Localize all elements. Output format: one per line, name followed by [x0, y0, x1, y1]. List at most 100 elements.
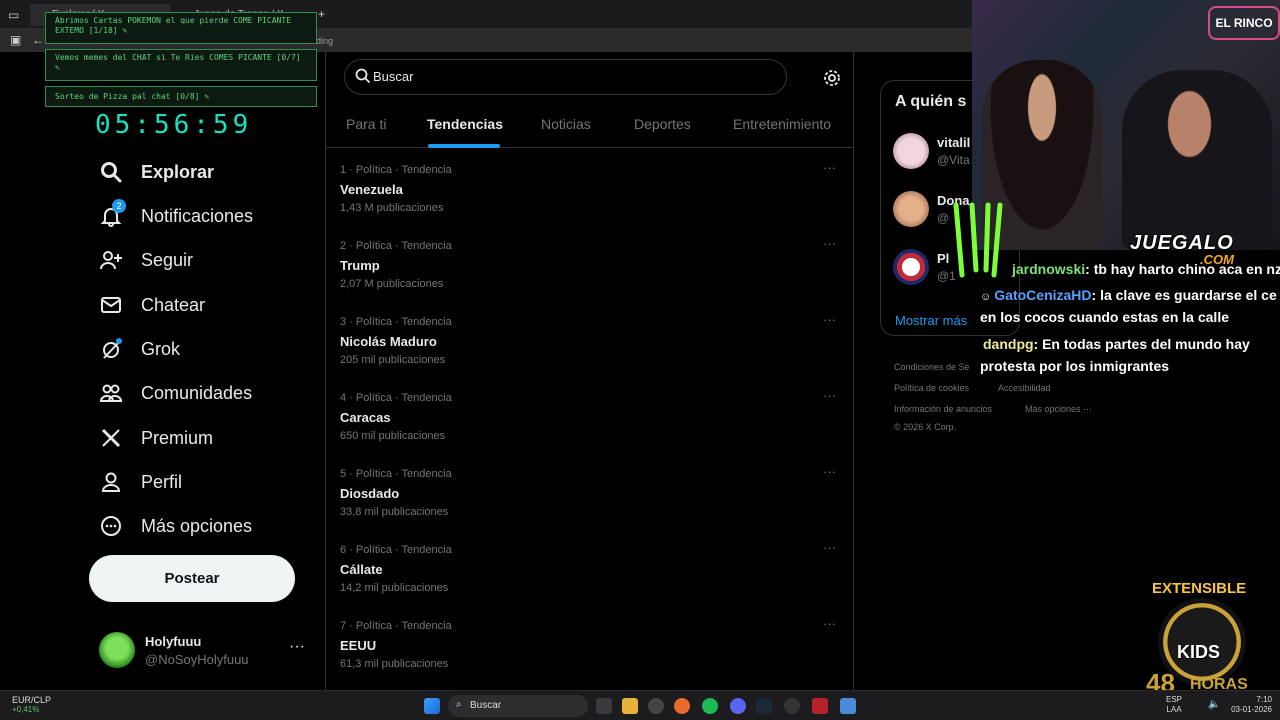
trend-meta: 5 · Política · Tendencia	[340, 468, 452, 480]
notification-badge: 2	[112, 199, 126, 213]
sidebar-toggle-icon[interactable]: ▣	[10, 33, 21, 47]
more-icon[interactable]: ···	[823, 388, 836, 403]
task-view-icon[interactable]	[596, 698, 612, 714]
sparkle-icon: ✎	[204, 92, 210, 101]
nav-item-premium[interactable]: Premium	[100, 420, 213, 456]
obs-icon[interactable]	[784, 698, 800, 714]
extensible-title: EXTENSIBLE	[1152, 580, 1247, 597]
show-more-link[interactable]: Mostrar más	[895, 313, 967, 328]
date-text: 03-01-2026	[1231, 705, 1272, 714]
account-switcher[interactable]: Holyfuuu @NoSoyHolyfuuu ···	[99, 632, 319, 672]
more-icon[interactable]: ···	[823, 616, 836, 631]
footer-cookies-link[interactable]: Política de cookies	[894, 383, 969, 393]
search-input[interactable]: Buscar	[344, 59, 787, 95]
overlay-goal-1: Abrimos Cartas POKEMON el que pierde COM…	[45, 12, 317, 44]
stock-ticker-widget[interactable]: EUR/CLP +0,41%	[12, 695, 72, 714]
notes-icon[interactable]	[840, 698, 856, 714]
streamer-right	[1122, 70, 1272, 250]
footer-accessibility-link[interactable]: Accesibilidad	[998, 383, 1051, 393]
taskbar-search[interactable]: ⌕ Buscar	[448, 695, 588, 717]
more-icon[interactable]: ···	[823, 160, 836, 175]
footer-ads-link[interactable]: Información de anuncios	[894, 404, 992, 414]
who-to-follow-title: A quién s	[895, 93, 967, 110]
chat-username: jardnowski	[1012, 261, 1086, 277]
trend-item[interactable]: 1 · Política · Tendencia Venezuela 1,43 …	[326, 156, 853, 232]
tab-para-ti[interactable]: Para ti	[346, 116, 386, 132]
nav-item-chatear[interactable]: Chatear	[100, 287, 205, 323]
gear-icon[interactable]	[823, 69, 841, 87]
nav-label: Notificaciones	[141, 205, 254, 226]
nav-item-mas-opciones[interactable]: Más opciones	[100, 508, 252, 544]
neon-sign: EL RINCO	[1208, 6, 1280, 40]
discord-icon[interactable]	[730, 698, 746, 714]
trend-meta: 3 · Política · Tendencia	[340, 316, 452, 328]
more-icon[interactable]: ···	[823, 312, 836, 327]
left-nav: Explorar 2 Notificaciones Seguir Chatear…	[0, 52, 325, 690]
nav-item-perfil[interactable]: Perfil	[100, 464, 182, 500]
footer-more-link[interactable]: Más opciones ···	[1025, 404, 1092, 414]
trend-count: 2,07 M publicaciones	[340, 278, 444, 290]
nav-label: Seguir	[141, 249, 194, 270]
nav-item-comunidades[interactable]: Comunidades	[99, 375, 253, 411]
avatar	[893, 133, 929, 169]
trend-item[interactable]: 5 · Política · Tendencia Diosdado 33,8 m…	[326, 460, 853, 536]
trend-item[interactable]: 3 · Política · Tendencia Nicolás Maduro …	[326, 308, 853, 384]
post-button[interactable]: Postear	[89, 555, 295, 602]
trend-count: 14,2 mil publicaciones	[340, 582, 449, 594]
trend-name: Diosdado	[340, 486, 400, 501]
nav-label: Grok	[141, 338, 181, 359]
x-logo-icon	[100, 427, 122, 449]
nav-item-grok[interactable]: Grok	[100, 331, 180, 367]
language-indicator[interactable]: ESP LAA	[1166, 695, 1182, 715]
chat-text: : tb hay harto chino aca en nz	[1085, 261, 1280, 277]
taskbar-search-label: Buscar	[470, 700, 502, 711]
time-text: 7:10	[1256, 695, 1272, 704]
chat-message-continuation: en los cocos cuando estas en la calle	[980, 309, 1229, 325]
chat-message: dandpg: En todas partes del mundo hay	[983, 333, 1250, 355]
more-icon[interactable]: ···	[823, 236, 836, 251]
chat-message: jardnowski: tb hay harto chino aca en nz	[1012, 258, 1280, 280]
nav-item-seguir[interactable]: Seguir	[100, 242, 193, 278]
nav-label: Más opciones	[141, 515, 253, 536]
taskbar: EUR/CLP +0,41% ⌕ Buscar ESP LAA 🔈 7:10 0…	[0, 690, 1280, 720]
trend-item[interactable]: 7 · Política · Tendencia EEUU 61,3 mil p…	[326, 612, 853, 688]
clock[interactable]: 7:10 03-01-2026	[1228, 695, 1272, 715]
file-explorer-icon[interactable]	[622, 698, 638, 714]
bell-icon: 2	[100, 199, 126, 227]
nav-item-explorar[interactable]: Explorar	[100, 154, 214, 190]
trend-name: Caracas	[340, 410, 391, 425]
app-icon[interactable]	[812, 698, 828, 714]
grok-icon	[100, 338, 122, 360]
more-icon[interactable]: ···	[823, 540, 836, 555]
avatar	[893, 249, 929, 285]
tab-deportes[interactable]: Deportes	[634, 116, 691, 132]
more-icon[interactable]: ···	[823, 464, 836, 479]
nav-item-notificaciones[interactable]: 2 Notificaciones	[100, 198, 253, 234]
more-icon[interactable]: ···	[289, 638, 305, 656]
trend-item[interactable]: 4 · Política · Tendencia Caracas 650 mil…	[326, 384, 853, 460]
tab-tendencias[interactable]: Tendencias	[427, 116, 503, 132]
footer-terms-link[interactable]: Condiciones de Se	[894, 362, 970, 372]
nav-label: Explorar	[141, 161, 215, 182]
firefox-icon[interactable]	[674, 698, 690, 714]
github-icon[interactable]	[648, 698, 664, 714]
trend-item[interactable]: 2 · Política · Tendencia Trump 2,07 M pu…	[326, 232, 853, 308]
tab-noticias[interactable]: Noticias	[541, 116, 591, 132]
steam-icon[interactable]	[756, 698, 772, 714]
nav-label: Comunidades	[141, 382, 253, 403]
nav-label: Chatear	[141, 294, 206, 315]
active-tab-indicator	[428, 144, 500, 148]
trend-item[interactable]: 6 · Política · Tendencia Cállate 14,2 mi…	[326, 536, 853, 612]
tab-actions-icon[interactable]: ▭	[8, 8, 19, 22]
new-tab-icon[interactable]: +	[318, 7, 325, 21]
spotify-icon[interactable]	[702, 698, 718, 714]
tab-entretenimiento[interactable]: Entretenimiento	[733, 116, 831, 132]
profile-name: Holyfuuu	[145, 634, 202, 649]
avatar	[99, 632, 135, 668]
back-icon[interactable]: ←	[32, 33, 44, 47]
ticker-pair: EUR/CLP	[12, 695, 52, 705]
windows-start-icon[interactable]	[424, 698, 440, 714]
sparkle-icon: ✎	[55, 63, 60, 72]
speaker-icon[interactable]: 🔈	[1208, 699, 1220, 710]
nav-label: Perfil	[141, 471, 183, 492]
